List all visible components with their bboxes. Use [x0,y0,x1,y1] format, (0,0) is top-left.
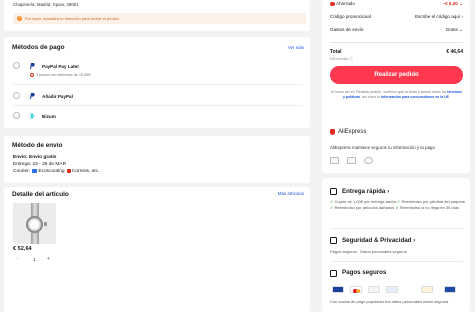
delivery-date: Entrega: 23 - 26 de MAR [13,162,67,167]
security-privacy-text: Pagos seguros · Datos personales seguros [330,249,407,254]
shipping-method-card: Método de envío Envío: Envío gratis Entr… [4,136,310,183]
shipping-cost: Envío: Envío gratis [13,155,57,160]
quantity-stepper: − 1 + [13,256,55,264]
promo-code-label: Código promocional [330,14,371,19]
ecoscooting-icon [32,169,38,173]
jcb-icon [444,286,456,293]
card-icon [330,270,337,277]
courier-suffix: , etc. [88,169,100,175]
certificate-icon [330,157,339,164]
fast-delivery-title[interactable]: Entrega rápida › [342,188,389,195]
shipping-cost-value[interactable]: Gratis ⌄ [446,27,463,33]
shipping-cost-row: Gastos de envío Gratis ⌄ [330,27,463,34]
security-icon [330,237,337,244]
legal-note: Al hacer clic en 'Realizar pedido', conf… [331,90,462,99]
payment-option-bizum[interactable]: Bizum [13,109,303,123]
paypal-later-label: PayPal Pay Later [42,63,80,69]
trust-title: AliExpress [338,129,367,135]
divider [330,261,463,262]
secure-payments-text: Con socios de pago populares tus datos p… [330,299,449,304]
check-icon: ✓ [330,199,334,204]
savings-value[interactable]: -€ 6,00 ⌄ [444,1,463,7]
certificate-icon [347,157,356,164]
courier-correos: Correos [71,169,89,175]
increase-quantity-button[interactable]: + [47,256,50,262]
aliexpress-trust-card: AliExpress AliExpress mantiene seguros t… [322,123,470,173]
promo-code-row[interactable]: Código promocional Escribe el código aqu… [330,14,463,21]
correos-icon [66,169,71,173]
address-warning: ! Por favor, actualiza tu dirección para… [13,13,306,24]
paypal-later-installments: 3 plazos sin intereses de 15,55€ [13,73,303,79]
product-thumbnail[interactable] [13,203,56,244]
benefits-card: Entrega rápida › ✓ Cupón de 1,00€ por en… [322,178,470,312]
paypal-icon [30,92,35,99]
shipping-cost-label: Gastos de envío [330,27,364,32]
vat-included-note: IVA incluido ⓘ [330,56,354,61]
payment-methods-card: Métodos de pago Ver más PayPal Pay Later… [4,37,310,128]
more-items-link[interactable]: Más artículos [278,191,304,196]
divider [13,84,303,85]
item-details-card: Detalle del artículo Más artículos € 52,… [4,187,310,312]
payment-title: Métodos de pago [12,44,65,51]
address-line: Chapinería, Madrid, Spain, 28001 [13,2,79,7]
chevron-right-icon: › [413,237,416,244]
watch-face [26,216,43,233]
courier-prefix: Courier: [13,169,31,175]
certificate-icon [364,157,373,164]
place-order-button[interactable]: Realizar pedido [330,66,463,84]
divider [13,105,303,106]
bizum-icon [368,286,380,293]
chevron-down-icon: ⌄ [459,27,463,32]
bizum-icon [30,112,35,119]
add-paypal-label: Añadir PayPal [42,93,73,99]
coupon-icon [330,1,335,7]
paypal-later-radio[interactable] [13,62,20,69]
check-icon: ✓ [397,199,401,204]
decrease-quantity-button[interactable]: − [16,256,19,262]
watch-crown [44,222,47,226]
shipping-title: Método de envío [12,142,63,149]
security-privacy-title[interactable]: Seguridad & Privacidad › [342,237,415,244]
payment-option-paypal-later[interactable]: PayPal Pay Later [13,59,303,73]
installments-text: 3 plazos sin intereses de 15,55€ [36,73,91,77]
divider [330,228,463,229]
truck-icon [330,188,337,195]
info-icon: ! [17,15,22,21]
item-details-title: Detalle del artículo [12,191,69,198]
bizum-label: Bizum [42,113,56,119]
paypal-icon [30,62,35,69]
add-paypal-radio[interactable] [13,92,20,99]
installments-icon [30,73,34,78]
savings-label: Ahorrado [336,1,355,6]
visa-icon [332,286,344,293]
safepay-icon [386,286,398,293]
chevron-right-icon: › [461,14,463,19]
courier-ecoscooting: Ecoscooting [38,169,65,175]
savings-row: Ahorrado -€ 6,00 ⌄ [330,1,463,8]
chevron-down-icon: ⌄ [459,1,463,6]
shield-icon [330,129,335,135]
chevron-right-icon: › [387,188,390,195]
total-label: Total [330,49,342,55]
check-icon: ✓ [395,205,399,210]
mastercard-icon [350,286,362,293]
total-value: € 46,64 [446,49,463,55]
promo-code-input[interactable]: Escribe el código aquí › [415,14,463,19]
address-warning-text: Por favor, actualiza tu dirección para r… [25,16,120,22]
consumer-info-link[interactable]: Información para consumidores en la UE [381,95,449,99]
bizum-radio[interactable] [13,112,20,119]
info-icon[interactable]: ⓘ [350,57,354,61]
quantity-value[interactable]: 1 [33,257,35,262]
payment-option-add-paypal[interactable]: Añadir PayPal [13,89,303,103]
paypal-icon [421,286,433,293]
trust-text: AliExpress mantiene seguros tu informaci… [330,145,435,150]
check-icon: ✓ [330,205,334,210]
divider [330,42,463,43]
fast-delivery-details: ✓ Cupón de 1,00€ por entrega tardía ✓ Re… [330,199,466,210]
address-card: Chapinería, Madrid, Spain, 28001 ! Por f… [4,0,310,31]
item-price: € 52,64 [13,246,32,252]
secure-payments-title: Pagos seguros [342,269,387,276]
courier-line: Courier: Ecoscooting Correos, etc. [13,169,99,174]
see-more-payments-link[interactable]: Ver más [288,45,304,50]
